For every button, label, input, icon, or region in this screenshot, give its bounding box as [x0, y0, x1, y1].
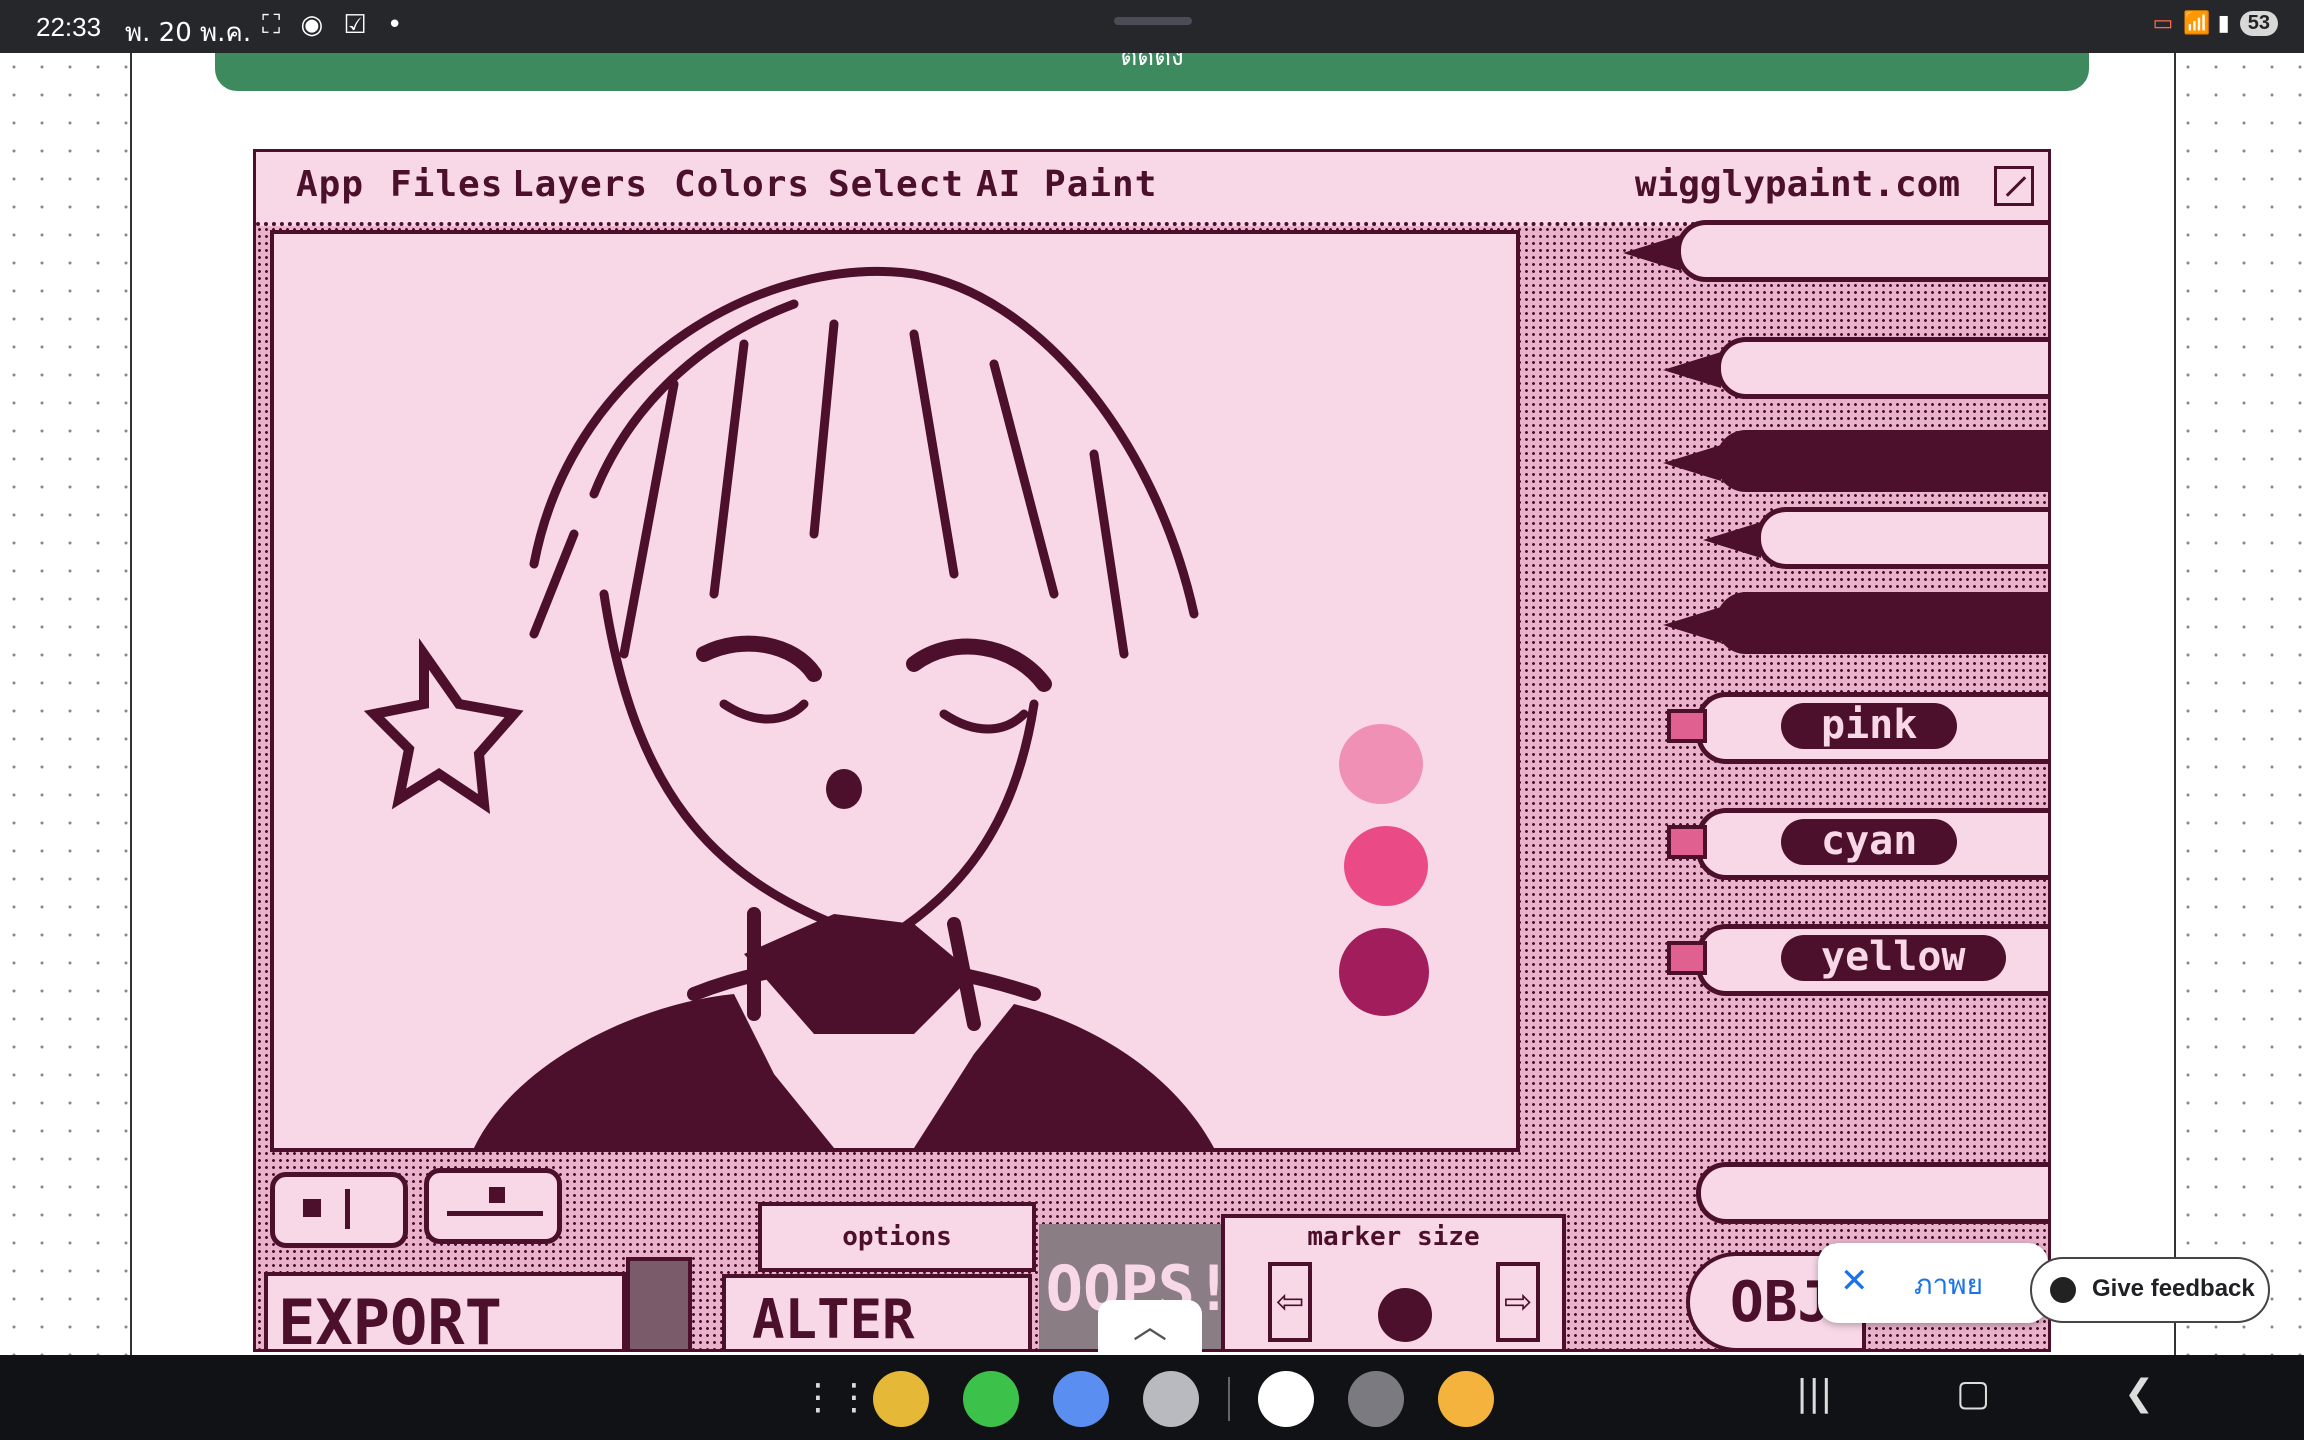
marker-tip-icon — [1667, 709, 1707, 743]
give-feedback-button[interactable]: Give feedback — [2030, 1257, 2270, 1323]
notification-icons: ⛶ ◉ ☑ • — [262, 10, 409, 40]
brush-tip-icon — [1663, 445, 1721, 481]
menu-colors[interactable]: Colors — [674, 164, 810, 205]
export-color-chip[interactable] — [626, 1257, 692, 1349]
swatch-hot-pink[interactable] — [1344, 826, 1428, 906]
airbrush-icon — [1663, 607, 1721, 643]
options-label: options — [842, 1222, 952, 1252]
tool-paint-brush[interactable] — [1703, 507, 2048, 569]
divider-icon — [345, 1189, 350, 1229]
clock: 22:33 — [36, 12, 102, 42]
layer-up-button[interactable] — [424, 1168, 562, 1244]
taskbar-divider — [1228, 1377, 1230, 1421]
options-panel[interactable]: options — [758, 1202, 1036, 1272]
install-button[interactable]: ติดตั้ง — [215, 53, 2089, 91]
home-icon[interactable]: ▢ — [1956, 1373, 1990, 1414]
page-background-left — [0, 53, 130, 1355]
alter-label: ALTER — [752, 1288, 915, 1351]
close-icon[interactable]: ✕ — [1840, 1261, 1869, 1301]
tool-eraser[interactable] — [1696, 1162, 2048, 1224]
drag-handle[interactable] — [1114, 17, 1192, 25]
marker-tip-icon — [1667, 825, 1707, 859]
export-label: EXPORT — [278, 1286, 502, 1352]
chevron-up-icon[interactable]: ︿ — [1098, 1300, 1202, 1356]
menu-layers[interactable]: Layers — [512, 164, 648, 205]
drawing-canvas[interactable] — [270, 230, 1520, 1152]
marker-pink[interactable]: pink — [1667, 692, 2048, 764]
messages-app-icon[interactable] — [1053, 1371, 1109, 1427]
tool-pencil[interactable] — [1663, 337, 2048, 399]
menu-bar: App Files Layers Colors Select AI Paint … — [256, 152, 2048, 226]
sketch-drawing — [363, 267, 1214, 1148]
cast-icon: ▭ — [2152, 11, 2174, 36]
system-tray: ▭ 📶 ▮ 53 — [2152, 11, 2278, 36]
lens-chip: ✕ ภาพย — [1818, 1243, 2048, 1323]
swatch-light-pink[interactable] — [1339, 724, 1423, 804]
marker-pink-label: pink — [1781, 703, 1958, 749]
tool-airbrush[interactable] — [1663, 592, 2048, 654]
marker-size-label: marker size — [1307, 1222, 1480, 1252]
page-background-right — [2174, 53, 2304, 1355]
settings-app-icon[interactable] — [1348, 1371, 1404, 1427]
marker-cyan[interactable]: cyan — [1667, 808, 2048, 880]
menu-app[interactable]: App — [296, 164, 364, 205]
give-feedback-label: Give feedback — [2092, 1275, 2255, 1302]
tool-ink-brush[interactable] — [1663, 430, 2048, 492]
status-bar: 22:33 พ. 20 พ.ค. ⛶ ◉ ☑ • ▭ 📶 ▮ 53 — [0, 0, 2304, 53]
photos-app-icon[interactable] — [1438, 1371, 1494, 1427]
signal-icons: 📶 ▮ — [2183, 11, 2230, 36]
menu-ai-paint[interactable]: AI Paint — [976, 164, 1157, 205]
date: พ. 20 พ.ค. — [125, 18, 252, 48]
files-app-icon[interactable] — [873, 1371, 929, 1427]
camera-app-icon[interactable] — [1143, 1371, 1199, 1427]
square-icon — [489, 1187, 505, 1203]
size-decrease-button[interactable]: ⇦ — [1268, 1262, 1312, 1342]
marker-cyan-label: cyan — [1781, 819, 1958, 865]
right-arrow-icon: ⇨ — [1503, 1282, 1533, 1322]
marker-yellow[interactable]: yellow — [1667, 924, 2048, 996]
alter-panel[interactable]: ALTER — [722, 1274, 1032, 1351]
tool-fountain-pen[interactable] — [1623, 220, 2048, 282]
export-panel[interactable]: EXPORT — [264, 1272, 626, 1352]
menu-select[interactable]: Select — [828, 164, 964, 205]
layer-left-button[interactable] — [270, 1172, 408, 1248]
menu-files[interactable]: Files — [390, 164, 503, 205]
phone-app-icon[interactable] — [963, 1371, 1019, 1427]
bristle-icon — [1703, 522, 1761, 558]
line-icon — [447, 1211, 543, 1216]
marker-yellow-label: yellow — [1781, 935, 2006, 981]
square-icon — [303, 1199, 321, 1217]
left-arrow-icon: ⇦ — [1275, 1282, 1305, 1322]
object-label: OBJ — [1730, 1270, 1832, 1335]
battery-icon: 53 — [2239, 11, 2278, 36]
taskbar: ⋮⋮⋮ ||| ▢ ❮ — [0, 1355, 2304, 1440]
size-preview-dot — [1378, 1288, 1432, 1342]
smiley-icon — [2050, 1277, 2076, 1303]
google-app-icon[interactable] — [1258, 1371, 1314, 1427]
pen-nib-icon — [1623, 235, 1681, 271]
site-link[interactable]: wigglypaint.com — [1635, 164, 1960, 205]
image-search-chip[interactable]: ภาพย — [1914, 1263, 1983, 1307]
fullscreen-icon[interactable] — [1994, 166, 2034, 206]
back-icon[interactable]: ❮ — [2124, 1373, 2154, 1414]
size-increase-button[interactable]: ⇨ — [1496, 1262, 1540, 1342]
marker-tip-icon — [1667, 941, 1707, 975]
recents-icon[interactable]: ||| — [1796, 1373, 1832, 1414]
wigglypaint-app: App Files Layers Colors Select AI Paint … — [253, 149, 2051, 1352]
install-button-label: ติดตั้ง — [1120, 53, 1184, 72]
swatch-magenta[interactable] — [1339, 928, 1429, 1016]
pencil-tip-icon — [1663, 352, 1721, 388]
